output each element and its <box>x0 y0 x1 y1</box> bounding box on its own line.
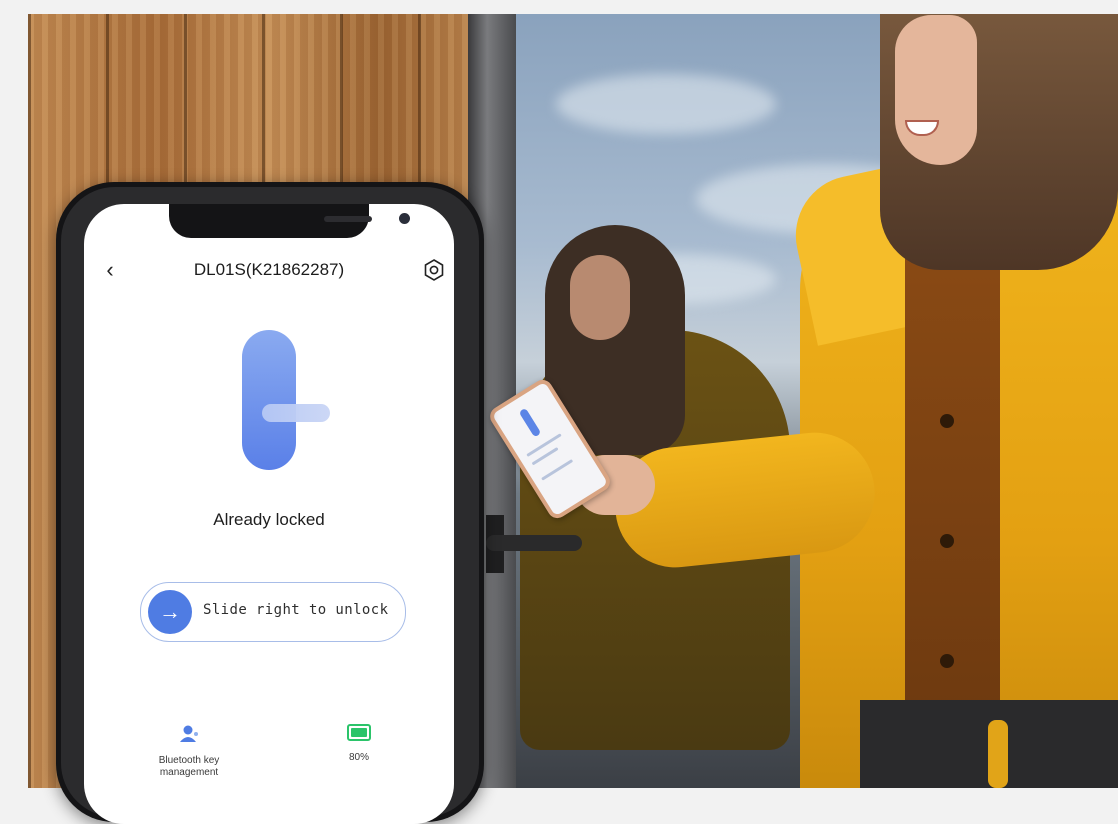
lock-status: Already locked <box>213 510 325 529</box>
sweater-button <box>940 534 954 548</box>
sweater-button <box>940 414 954 428</box>
door-handle <box>486 535 582 551</box>
woman-face <box>895 15 977 165</box>
sweater-button <box>940 654 954 668</box>
lock-illustration <box>242 330 296 470</box>
phone-device: ‹ DL01S(K21862287) Already locked → Slid… <box>56 182 484 824</box>
phone-notch <box>169 204 410 238</box>
settings-icon[interactable] <box>422 258 446 282</box>
back-chevron-icon[interactable]: ‹ <box>98 258 122 282</box>
arrow-right-icon[interactable]: → <box>148 590 192 634</box>
battery-level: 80% <box>348 752 369 763</box>
phone-screen: ‹ DL01S(K21862287) Already locked → Slid… <box>84 204 454 824</box>
reflection-face <box>570 255 630 340</box>
speaker <box>324 216 372 222</box>
slider-label: Slide right to unlock <box>203 602 389 618</box>
front-camera <box>399 213 410 224</box>
feature-label: Bluetooth key management <box>158 755 220 778</box>
battery-status: 80% <box>304 724 414 764</box>
lock-handle-illustration <box>262 404 330 422</box>
page-title: DL01S(K21862287) <box>193 260 345 279</box>
unlock-slider[interactable]: → Slide right to unlock <box>140 582 406 642</box>
zipper-tag <box>988 720 1008 788</box>
user-key-icon <box>180 725 198 742</box>
battery-icon <box>347 724 371 741</box>
bluetooth-key-management-button[interactable]: Bluetooth key management <box>134 724 244 779</box>
sweater <box>905 240 1000 720</box>
